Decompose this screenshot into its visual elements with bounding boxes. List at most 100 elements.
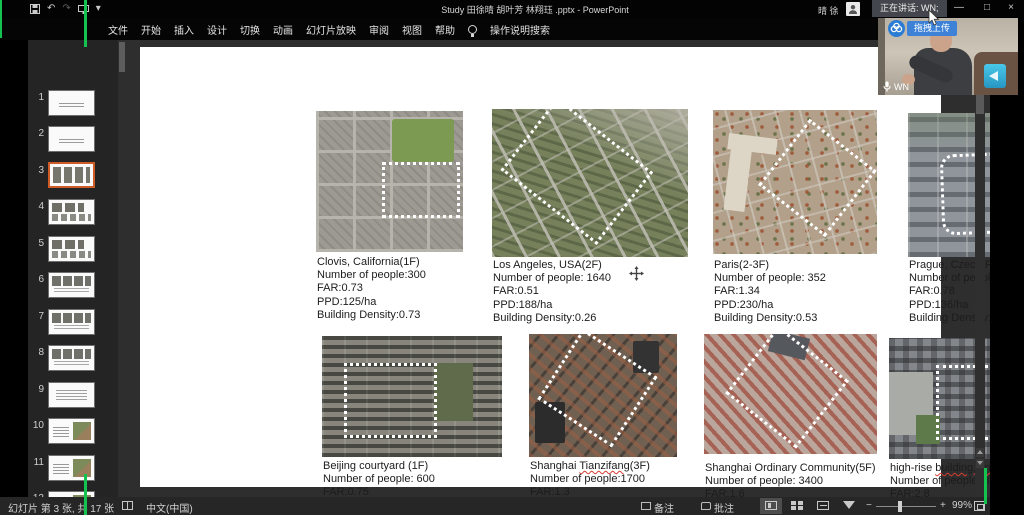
share-border-segment bbox=[84, 474, 87, 515]
slide-thumbnail-1[interactable] bbox=[48, 90, 95, 116]
caption-title: Los Angeles, USA(2F) bbox=[493, 259, 698, 272]
zoom-in-button[interactable]: + bbox=[940, 500, 946, 511]
tab-home[interactable]: 开始 bbox=[141, 22, 161, 37]
thumb-number-10: 10 bbox=[28, 420, 44, 431]
slide-thumbnail-7[interactable] bbox=[48, 309, 95, 335]
site-boundary-dotted bbox=[725, 334, 849, 449]
zoom-out-button[interactable]: − bbox=[866, 500, 872, 511]
tab-view[interactable]: 视图 bbox=[402, 22, 422, 37]
tab-help[interactable]: 帮助 bbox=[435, 22, 455, 37]
aerial-image-beijing[interactable] bbox=[322, 336, 502, 457]
language-status[interactable]: 中文(中国) bbox=[146, 500, 193, 515]
speaker-mic-label: WN bbox=[883, 81, 909, 92]
site-boundary-dotted bbox=[382, 162, 460, 218]
comments-toggle[interactable]: 批注 bbox=[714, 500, 734, 515]
site-boundary-dotted bbox=[759, 119, 877, 237]
share-border-segment bbox=[0, 0, 2, 38]
reading-view-button[interactable] bbox=[812, 498, 834, 514]
slide-thumbnail-panel: 1 2 3 4 5 6 7 8 9 10 11 12 13 bbox=[28, 40, 126, 497]
aerial-image-tianzifang[interactable] bbox=[529, 334, 677, 457]
slide-thumbnail-6[interactable] bbox=[48, 272, 95, 298]
slide-thumbnail-5[interactable] bbox=[48, 236, 95, 262]
speaker-name: WN bbox=[894, 82, 909, 92]
account-user-name[interactable]: 晴 徐 bbox=[818, 4, 839, 17]
aerial-image-shanghai-community[interactable] bbox=[704, 334, 877, 454]
thumb-number-1: 1 bbox=[28, 92, 44, 103]
thumb-number-2: 2 bbox=[28, 128, 44, 139]
thumb-number-5: 5 bbox=[28, 238, 44, 249]
tab-design[interactable]: 设计 bbox=[207, 22, 227, 37]
save-icon[interactable] bbox=[30, 4, 40, 14]
aerial-image-clovis[interactable] bbox=[316, 111, 463, 252]
screen-share-view: ↶ ↷ ▾ Study 田徐晴 胡叶芳 林翔珏 .pptx - PowerPoi… bbox=[0, 0, 1024, 515]
compound-patch bbox=[434, 363, 474, 421]
park-patch bbox=[392, 119, 454, 161]
notes-icon bbox=[641, 502, 651, 510]
undo-icon[interactable]: ↶ bbox=[47, 2, 55, 16]
caption-paris: Paris(2-3F) Number of people: 352FAR:1.3… bbox=[714, 259, 919, 325]
canvas-scrollbar[interactable] bbox=[975, 40, 985, 497]
previous-slide-button[interactable] bbox=[976, 448, 984, 457]
tell-me-search[interactable]: 操作说明搜索 bbox=[490, 22, 550, 37]
restore-button[interactable]: □ bbox=[976, 0, 998, 17]
redo-icon: ↷ bbox=[62, 2, 70, 16]
aerial-image-los-angeles[interactable] bbox=[492, 109, 688, 257]
qat-customize-caret-icon[interactable]: ▾ bbox=[96, 2, 101, 16]
mouse-pointer bbox=[928, 10, 940, 26]
quick-access-toolbar: ↶ ↷ ▾ bbox=[30, 2, 101, 16]
caption-title: Beijing courtyard (1F) bbox=[323, 460, 528, 473]
thumb-number-6: 6 bbox=[28, 274, 44, 285]
tab-slideshow[interactable]: 幻灯片放映 bbox=[306, 22, 356, 37]
tab-review[interactable]: 审阅 bbox=[369, 22, 389, 37]
slide-thumbnail-2[interactable] bbox=[48, 126, 95, 152]
tab-transitions[interactable]: 切换 bbox=[240, 22, 260, 37]
thumb-number-9: 9 bbox=[28, 384, 44, 395]
tab-insert[interactable]: 插入 bbox=[174, 22, 194, 37]
thumb-number-8: 8 bbox=[28, 347, 44, 358]
thumbnail-scrollbar[interactable] bbox=[118, 40, 126, 497]
slide-thumbnail-8[interactable] bbox=[48, 345, 95, 371]
current-slide[interactable]: Clovis, California(1F) Number of people:… bbox=[140, 47, 941, 487]
document-title: Study 田徐晴 胡叶芳 林翔珏 .pptx - PowerPoint bbox=[441, 3, 629, 16]
zoom-slider-thumb[interactable] bbox=[898, 501, 902, 512]
aerial-image-paris[interactable] bbox=[713, 110, 877, 254]
share-arrow-icon[interactable] bbox=[984, 64, 1006, 88]
site-boundary-dotted bbox=[500, 109, 652, 245]
zoom-slider-track[interactable] bbox=[876, 506, 936, 507]
share-border-segment bbox=[984, 468, 987, 504]
caption-title: Paris(2-3F) bbox=[714, 259, 919, 272]
zoom-percentage[interactable]: 99% bbox=[952, 500, 972, 511]
netdisk-icon[interactable] bbox=[888, 20, 905, 37]
notes-toggle[interactable]: 备注 bbox=[654, 500, 674, 515]
close-button[interactable]: × bbox=[1000, 0, 1022, 17]
move-cursor bbox=[629, 266, 644, 281]
comments-icon bbox=[701, 502, 711, 510]
title-bar: ↶ ↷ ▾ Study 田徐晴 胡叶芳 林翔珏 .pptx - PowerPoi… bbox=[0, 0, 1024, 18]
slide-canvas: Clovis, California(1F) Number of people:… bbox=[126, 40, 990, 497]
site-boundary-dotted bbox=[344, 363, 438, 438]
caption-clovis: Clovis, California(1F) Number of people:… bbox=[317, 256, 522, 322]
tab-file[interactable]: 文件 bbox=[108, 22, 128, 37]
slide-thumbnail-3-selected[interactable] bbox=[48, 162, 95, 188]
next-slide-button[interactable] bbox=[976, 459, 984, 468]
account-avatar[interactable] bbox=[846, 2, 860, 16]
thumb-number-3: 3 bbox=[28, 165, 44, 176]
spellcheck-icon[interactable] bbox=[122, 501, 133, 510]
tab-animations[interactable]: 动画 bbox=[273, 22, 293, 37]
microphone-icon bbox=[883, 81, 891, 92]
slide-thumbnail-11[interactable] bbox=[48, 455, 95, 481]
minimize-button[interactable]: — bbox=[948, 0, 970, 17]
tell-me-lightbulb-icon bbox=[468, 25, 477, 34]
webcam-video-overlay[interactable]: 拖拽上传 WN bbox=[878, 18, 1018, 95]
slide-thumbnail-10[interactable] bbox=[48, 418, 95, 444]
caption-los-angeles: Los Angeles, USA(2F) Number of people: 1… bbox=[493, 259, 698, 325]
status-bar: 幻灯片 第 3 张, 共 17 张 中文(中国) 备注 批注 − + 99% bbox=[0, 497, 990, 515]
slide-thumbnail-4[interactable] bbox=[48, 199, 95, 225]
slide-sorter-view-button[interactable] bbox=[786, 498, 808, 514]
slide-thumbnail-9[interactable] bbox=[48, 382, 95, 408]
slideshow-view-button[interactable] bbox=[838, 498, 860, 514]
thumb-number-4: 4 bbox=[28, 201, 44, 212]
slide-position-status: 幻灯片 第 3 张, 共 17 张 bbox=[8, 500, 114, 515]
normal-view-button[interactable] bbox=[760, 498, 782, 514]
person-icon bbox=[848, 4, 858, 14]
